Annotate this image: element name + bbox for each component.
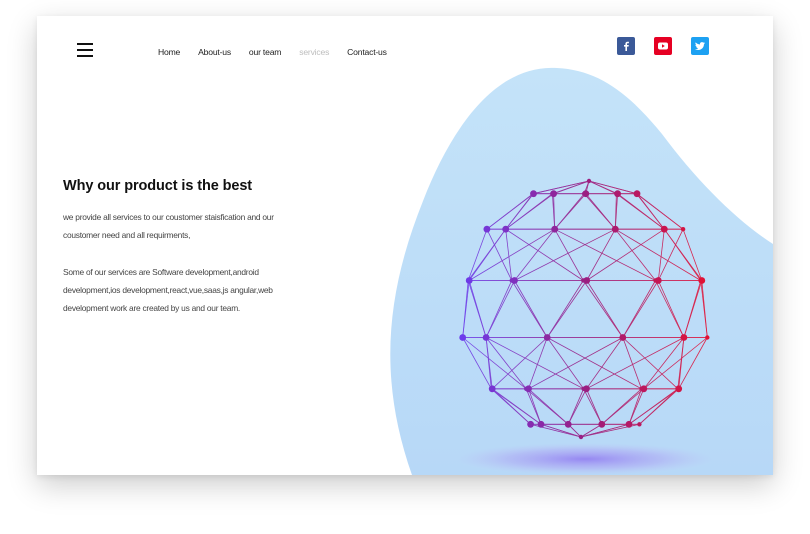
twitter-icon [695,42,705,50]
social-links [617,37,709,55]
nav-contact-us[interactable]: Contact-us [347,47,387,57]
page-card: Home About-us our team services Contact-… [37,16,773,475]
hamburger-menu-icon[interactable] [77,43,93,57]
twitter-button[interactable] [691,37,709,55]
hero-paragraph-2: Some of our services are Software develo… [63,267,273,313]
nav-services[interactable]: services [299,47,329,57]
nav-about-us[interactable]: About-us [198,47,231,57]
main-nav: Home About-us our team services Contact-… [158,47,387,57]
facebook-icon [624,41,629,51]
network-sphere-graphic [459,178,710,440]
youtube-icon [658,42,668,50]
hero-title: Why our product is the best [63,178,253,194]
facebook-button[interactable] [617,37,635,55]
nav-our-team[interactable]: our team [249,47,282,57]
nav-home[interactable]: Home [158,47,180,57]
youtube-button[interactable] [654,37,672,55]
hero-paragraph-1: we provide all services to our coustomer… [63,212,274,240]
